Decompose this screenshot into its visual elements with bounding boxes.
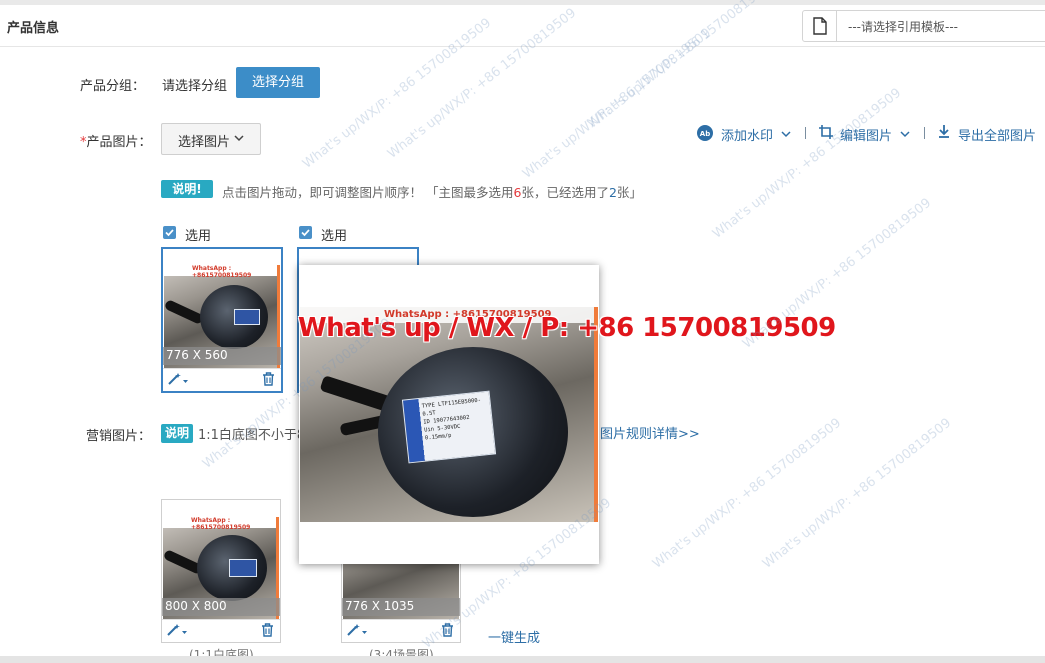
image-rules-link[interactable]: 图片规则详情>>	[600, 423, 700, 442]
photo-banner-text: WhatsApp : +8615700819509	[192, 265, 252, 279]
image-card-toolbar	[342, 619, 460, 642]
watermark-text: What's up/WX/P: +86 15700819509	[760, 415, 955, 572]
use-image-label: 选用	[185, 229, 212, 244]
select-images-button[interactable]: 选择图片	[161, 123, 261, 155]
section-title: 产品信息	[7, 21, 60, 36]
template-select-value: ---请选择引用模板---	[848, 20, 958, 34]
hint-selected-count: 2	[608, 185, 617, 200]
chevron-down-icon[interactable]	[781, 128, 791, 143]
hint-mid: 张，已经选用了	[521, 185, 609, 200]
toolbar-divider	[805, 127, 806, 139]
add-watermark-link[interactable]: 添加水印	[721, 125, 773, 144]
magic-wand-icon[interactable]	[167, 372, 189, 390]
image-card-toolbar	[162, 619, 280, 642]
document-icon	[803, 11, 837, 41]
image-card-toolbar	[163, 368, 281, 391]
toolbar-divider	[924, 127, 925, 139]
info-badge: 说明!	[161, 180, 213, 198]
use-image-checkbox[interactable]	[299, 226, 312, 239]
product-images-label-text: 产品图片：	[86, 135, 152, 150]
image-dimensions: 776 X 1035	[342, 598, 460, 616]
edit-images-link[interactable]: 编辑图片	[840, 125, 892, 144]
marketing-hint: 1:1白底图不小于8	[198, 428, 306, 443]
preview-plate-text: TYPE LTF115EB5000-0.5T ID 19077643002 Ui…	[421, 397, 482, 442]
image-dimensions: 800 X 800	[162, 598, 280, 616]
trash-icon[interactable]	[441, 623, 454, 641]
crop-icon[interactable]	[818, 124, 834, 144]
product-group-value: 请选择分组	[162, 79, 228, 94]
photo-banner-text: WhatsApp : +8615700819509	[191, 517, 251, 531]
hint-prefix: 点击图片拖动，即可调整图片顺序！ 「主图最多选用	[222, 185, 514, 200]
trash-icon[interactable]	[261, 623, 274, 641]
image-preview-popup: WhatsApp : +8615700819509 TYPE LTF115EB5…	[299, 265, 599, 564]
product-group-label: 产品分组：	[80, 79, 146, 94]
select-images-label: 选择图片	[178, 135, 231, 150]
check-icon	[301, 229, 310, 237]
use-image-checkbox[interactable]	[163, 226, 176, 239]
product-image-card[interactable]: WhatsApp : +8615700819509 776 X 560	[161, 247, 283, 393]
preview-overlay-text: What's up / WX / P: +86 15700819509	[298, 313, 836, 343]
watermark-icon[interactable]: Ab	[696, 124, 714, 146]
template-select[interactable]: ---请选择引用模板---	[802, 10, 1045, 42]
hint-suffix: 张」	[616, 185, 642, 200]
marketing-images-label: 营销图片：	[86, 429, 152, 444]
product-images-label: *产品图片：	[80, 131, 152, 150]
one-click-generate-link[interactable]: 一键生成	[488, 627, 540, 646]
trash-icon[interactable]	[262, 372, 275, 390]
magic-wand-icon[interactable]	[166, 623, 188, 641]
image-order-hint: 点击图片拖动，即可调整图片顺序！ 「主图最多选用6张，已经选用了2张」	[222, 182, 642, 201]
magic-wand-icon[interactable]	[346, 623, 368, 641]
watermark-text: What's up/WX/P: +86 15700819509	[520, 25, 715, 182]
chevron-down-icon[interactable]	[900, 128, 910, 143]
info-badge: 说明	[161, 424, 193, 443]
export-all-images-link[interactable]: 导出全部图片	[958, 125, 1036, 144]
use-image-label: 选用	[321, 229, 348, 244]
marketing-image-card[interactable]: WhatsApp : +8615700819509 800 X 800	[161, 499, 281, 643]
watermark-text: What's up/WX/P: +86 15700819509	[710, 85, 905, 242]
check-icon	[165, 229, 174, 237]
select-group-button[interactable]: 选择分组	[236, 67, 320, 98]
download-icon[interactable]	[937, 124, 951, 142]
chevron-down-icon	[234, 132, 244, 147]
image-dimensions: 776 X 560	[163, 347, 281, 365]
section-header: 产品信息 ---请选择引用模板---	[0, 5, 1045, 47]
bottom-scrollbar[interactable]	[0, 656, 1045, 663]
svg-text:Ab: Ab	[700, 130, 710, 138]
